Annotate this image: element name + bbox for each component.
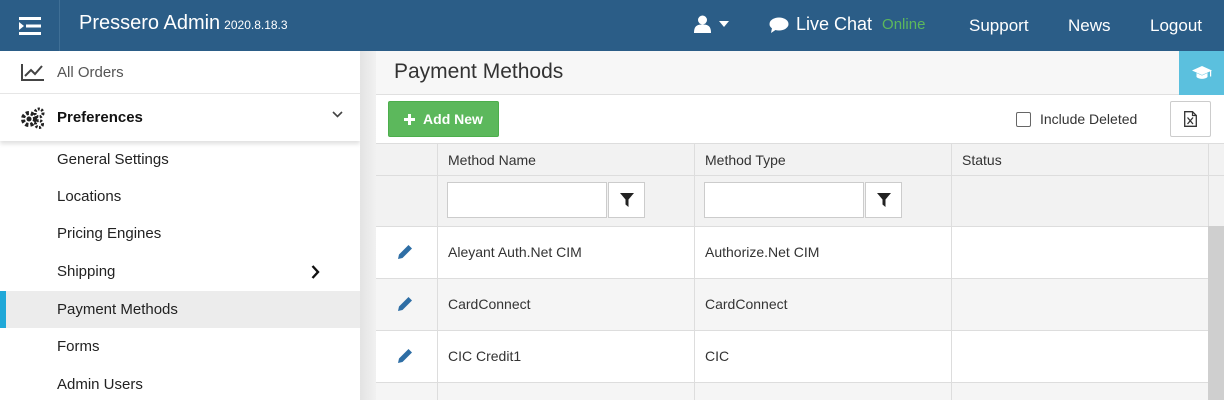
- column-header-label: Status: [962, 152, 1002, 168]
- status-cell: [952, 227, 1209, 279]
- menu-toggle-button[interactable]: [0, 0, 60, 51]
- table-row: [376, 383, 438, 400]
- chevron-right-icon: [311, 265, 320, 279]
- chat-bubble-icon: [769, 17, 789, 33]
- logout-link[interactable]: Logout: [1150, 16, 1202, 36]
- live-chat-link[interactable]: Live Chat Online: [769, 14, 925, 35]
- menu-toggle-icon: [18, 16, 41, 35]
- plus-icon: [404, 113, 416, 125]
- app-version: 2020.8.18.3: [224, 18, 288, 32]
- status-cell: [952, 331, 1209, 383]
- pencil-icon[interactable]: [398, 296, 413, 311]
- page-header: Payment Methods: [376, 51, 1224, 95]
- export-excel-button[interactable]: [1170, 101, 1211, 137]
- column-header-method-name[interactable]: Method Name: [438, 144, 695, 176]
- sidebar-divider: [360, 51, 376, 400]
- table-row: [376, 331, 438, 383]
- graduation-cap-icon: [1191, 66, 1212, 79]
- method-type-cell: [695, 383, 952, 400]
- filter-cell-method-name: [438, 176, 695, 227]
- method-name-value: CardConnect: [448, 296, 531, 312]
- sidebar: All Orders Preferences General Settings …: [0, 51, 360, 400]
- toolbar: Add New Include Deleted: [376, 95, 1224, 144]
- help-button[interactable]: [1179, 51, 1224, 95]
- support-link[interactable]: Support: [969, 16, 1029, 36]
- news-link[interactable]: News: [1068, 16, 1111, 36]
- method-name-cell: CIC Credit1: [438, 331, 695, 383]
- top-bar: Pressero Admin 2020.8.18.3 Live Chat Onli…: [0, 0, 1224, 51]
- filter-icon: [619, 193, 634, 207]
- line-chart-icon: [21, 64, 44, 81]
- table-row: [376, 227, 438, 279]
- table-row: [376, 279, 438, 331]
- payment-methods-grid: Method Name Method Type Status Aleyant A…: [376, 144, 1224, 400]
- caret-down-icon: [719, 21, 729, 27]
- method-type-value: Authorize.Net CIM: [705, 244, 820, 260]
- sidebar-item-forms[interactable]: Forms: [0, 328, 360, 365]
- filter-scroll-spacer: [1209, 176, 1224, 227]
- page-title: Payment Methods: [394, 60, 564, 83]
- method-type-cell: Authorize.Net CIM: [695, 227, 952, 279]
- sidebar-item-label: General Settings: [57, 151, 169, 168]
- status-cell: [952, 383, 1209, 400]
- sidebar-item-label: All Orders: [57, 63, 124, 81]
- method-name-cell: [438, 383, 695, 400]
- gears-icon: [21, 107, 45, 129]
- pencil-icon[interactable]: [398, 244, 413, 259]
- sidebar-item-label: Shipping: [57, 263, 116, 280]
- method-name-value: Aleyant Auth.Net CIM: [448, 244, 582, 260]
- pencil-icon[interactable]: [398, 348, 413, 363]
- filter-icon: [876, 193, 891, 207]
- filter-cell-status: [952, 176, 1209, 227]
- sidebar-item-shipping[interactable]: Shipping: [0, 253, 360, 290]
- method-type-value: CIC: [705, 348, 730, 364]
- column-header-status[interactable]: Status: [952, 144, 1209, 176]
- column-header-label: Method Type: [705, 152, 786, 168]
- chat-status: Online: [882, 16, 926, 33]
- method-name-filter-button[interactable]: [608, 182, 645, 218]
- chevron-down-icon: [332, 111, 343, 118]
- sidebar-item-label: Admin Users: [57, 376, 143, 393]
- method-name-value: CIC Credit1: [448, 348, 522, 364]
- sidebar-item-locations[interactable]: Locations: [0, 178, 360, 215]
- include-deleted-toggle[interactable]: Include Deleted: [1016, 111, 1137, 127]
- sidebar-item-label: Preferences: [57, 109, 143, 126]
- column-header-method-type[interactable]: Method Type: [695, 144, 952, 176]
- sidebar-item-label: Forms: [57, 338, 100, 355]
- method-type-filter-input[interactable]: [704, 182, 864, 218]
- include-deleted-label: Include Deleted: [1040, 111, 1138, 127]
- filter-cell-method-type: [695, 176, 952, 227]
- column-header-label: Method Name: [448, 152, 536, 168]
- method-type-cell: CardConnect: [695, 279, 952, 331]
- method-type-cell: CIC: [695, 331, 952, 383]
- excel-export-icon: [1184, 111, 1197, 127]
- method-name-cell: CardConnect: [438, 279, 695, 331]
- sidebar-item-all-orders[interactable]: All Orders: [0, 51, 360, 94]
- add-new-button[interactable]: Add New: [388, 101, 499, 137]
- method-type-filter-button[interactable]: [865, 182, 902, 218]
- sidebar-item-label: Pricing Engines: [57, 225, 162, 242]
- method-name-cell: Aleyant Auth.Net CIM: [438, 227, 695, 279]
- add-new-label: Add New: [423, 111, 483, 127]
- header-scroll-spacer: [1209, 144, 1224, 176]
- include-deleted-checkbox[interactable]: [1016, 111, 1031, 127]
- sidebar-item-admin-users[interactable]: Admin Users: [0, 366, 360, 400]
- status-cell: [952, 279, 1209, 331]
- grid-scrollbar[interactable]: [1208, 226, 1224, 400]
- app-name: Pressero Admin: [79, 12, 221, 34]
- sidebar-item-label: Payment Methods: [57, 301, 178, 318]
- method-name-filter-input[interactable]: [447, 182, 607, 218]
- user-icon: [694, 15, 711, 33]
- filter-cell-actions: [376, 176, 438, 227]
- sidebar-item-preferences[interactable]: Preferences: [0, 94, 360, 141]
- sidebar-item-payment-methods[interactable]: Payment Methods: [0, 291, 360, 328]
- user-menu[interactable]: [694, 15, 729, 33]
- header-cell-actions: [376, 144, 438, 176]
- method-type-value: CardConnect: [705, 296, 788, 312]
- live-chat-label: Live Chat: [796, 14, 873, 34]
- sidebar-item-general-settings[interactable]: General Settings: [0, 141, 360, 178]
- sidebar-item-pricing-engines[interactable]: Pricing Engines: [0, 215, 360, 252]
- app-brand[interactable]: Pressero Admin 2020.8.18.3: [79, 12, 288, 35]
- sidebar-item-label: Locations: [57, 188, 122, 205]
